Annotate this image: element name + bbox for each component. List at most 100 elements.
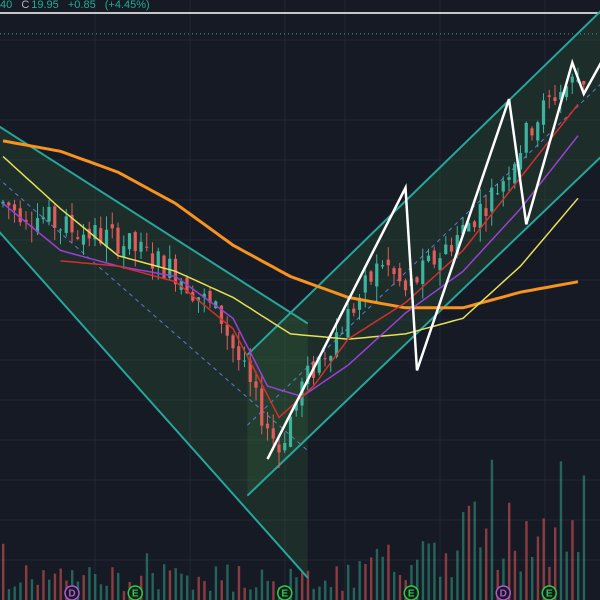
volume-bar [375, 548, 379, 600]
volume-bar [186, 575, 189, 600]
volume-bar [329, 587, 333, 600]
candle-body [116, 227, 120, 254]
volume-bar [42, 570, 45, 600]
volume-bar [2, 543, 5, 600]
volume-bar [559, 461, 563, 600]
candle-body [1, 201, 5, 204]
volume-bar [525, 521, 528, 600]
candle-body [570, 76, 574, 83]
volume-bar [318, 586, 321, 600]
candle-body [18, 208, 22, 223]
candle-body [524, 122, 528, 153]
candle-body [547, 95, 551, 97]
volume-bar [117, 572, 120, 600]
event-marker-letter: D [68, 589, 75, 600]
close-value: 19.95 [31, 0, 59, 11]
change-value: +0.85 [67, 0, 96, 11]
volume-bar [450, 577, 453, 600]
volume-bar [260, 569, 264, 600]
volume-bar [387, 544, 390, 600]
volume-bar [295, 577, 298, 600]
candle-body [472, 221, 477, 228]
candle-body [225, 324, 229, 336]
candle-body [553, 97, 557, 102]
volume-bar [536, 536, 540, 600]
volume-bar [582, 475, 586, 600]
volume-bar [88, 567, 91, 600]
volume-bar [272, 581, 275, 600]
candle-body [277, 444, 281, 453]
candle-body [242, 360, 247, 362]
volume-bar [519, 571, 522, 600]
volume-bar [220, 580, 223, 600]
volume-bar [456, 550, 459, 600]
volume-bar [255, 587, 258, 600]
volume-bar [105, 585, 108, 600]
candle-body [432, 250, 436, 265]
volume-bar [25, 565, 28, 600]
volume-bar [439, 576, 442, 600]
chart-area[interactable]: DEEEDE [0, 0, 600, 600]
volume-bar [485, 528, 488, 600]
volume-bar [358, 561, 361, 600]
candle-body [150, 253, 155, 269]
candle-body [7, 202, 11, 206]
volume-bar [243, 587, 246, 600]
volume-bar [433, 542, 436, 600]
volume-bar [151, 573, 154, 600]
candle-body [352, 308, 356, 313]
candle-body [507, 177, 511, 180]
volume-bar [324, 580, 327, 600]
candle-body [41, 217, 45, 220]
candle-body [340, 332, 344, 334]
volume-bar [467, 505, 471, 600]
volume-bar [266, 580, 269, 600]
event-marker-letter: E [546, 589, 553, 600]
event-marker-letter: E [281, 589, 288, 600]
candle-body [260, 388, 264, 426]
volume-bar [571, 520, 574, 600]
volume-bar [232, 591, 235, 600]
candle-body [513, 163, 517, 184]
close-label: C [21, 0, 30, 11]
price-chart[interactable]: DEEEDE [0, 0, 600, 600]
candle-body [375, 263, 379, 287]
volume-bar [490, 459, 494, 600]
candle-body [127, 233, 132, 250]
candle-body [53, 206, 57, 228]
candle-body [369, 271, 373, 282]
volume-bar [513, 550, 517, 600]
change-percent: (+4.45%) [104, 0, 150, 11]
candle-body [237, 346, 241, 361]
volume-bar [381, 556, 384, 600]
volume-bar [347, 564, 350, 600]
volume-bar [30, 579, 34, 600]
volume-bar [180, 573, 183, 600]
volume-bar [157, 589, 160, 600]
volume-bar [427, 543, 430, 600]
volume-bar [209, 590, 212, 600]
candle-body [323, 358, 327, 360]
volume-bar [370, 557, 373, 600]
volume-bar [398, 575, 402, 600]
candle-body [254, 381, 258, 388]
candle-body [392, 268, 396, 275]
candle-body [490, 187, 494, 212]
candle-body [139, 241, 143, 252]
candle-body [541, 100, 546, 125]
candle-body [363, 275, 367, 293]
candle-body [156, 251, 160, 267]
event-marker-letter: E [132, 589, 139, 600]
event-marker-letter: D [500, 589, 507, 600]
volume-bar [168, 570, 172, 600]
volume-bar [145, 553, 149, 600]
candle-body [530, 128, 534, 136]
candle-body [438, 258, 442, 271]
volume-bar [53, 573, 57, 600]
candle-body [444, 244, 448, 255]
previous-value: 40 [0, 0, 13, 11]
volume-bar [94, 574, 97, 600]
candle-body [271, 428, 275, 439]
candle-body [380, 265, 385, 267]
candle-body [145, 246, 149, 248]
